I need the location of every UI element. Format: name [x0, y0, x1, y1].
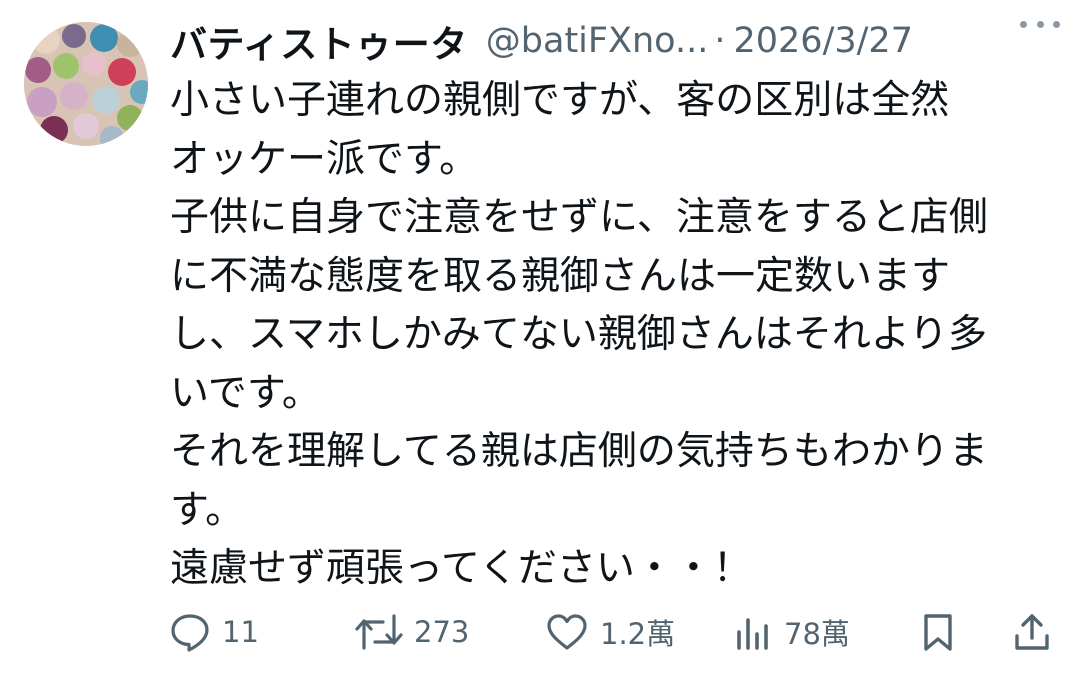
like-count: 1.2萬: [600, 617, 676, 651]
views-count: 78萬: [784, 617, 850, 651]
heart-icon: [544, 610, 590, 654]
share-icon: [1012, 610, 1052, 654]
like-button[interactable]: 1.2萬: [544, 604, 675, 660]
tweet-header: バティストゥータ @batiFXno... · 2026/3/27: [170, 14, 1065, 68]
author-handle[interactable]: @batiFXno...: [486, 21, 709, 61]
tweet[interactable]: バティストゥータ @batiFXno... · 2026/3/27 小さい子連れ…: [0, 0, 1080, 674]
retweet-count: 273: [414, 615, 470, 649]
retweet-icon: [354, 610, 404, 654]
avatar[interactable]: [24, 22, 148, 146]
more-dot: [1053, 20, 1060, 28]
views-chart-icon: [734, 610, 774, 654]
reply-count: 11: [222, 615, 259, 649]
reply-button[interactable]: 11: [168, 604, 259, 660]
tweet-text: 小さい子連れの親側ですが、客の区別は全然 オッケー派です。 子供に自身で注意をせ…: [170, 78, 988, 591]
more-dot: [1020, 20, 1027, 28]
bookmark-button[interactable]: [918, 604, 958, 660]
retweet-button[interactable]: 273: [354, 604, 469, 660]
bookmark-icon: [918, 610, 958, 654]
tweet-actions: 11 273 1.2萬 78萬: [168, 604, 1058, 660]
reply-icon: [168, 610, 212, 654]
post-date[interactable]: 2026/3/27: [734, 21, 913, 61]
header-separator: ·: [714, 21, 726, 61]
author-name[interactable]: バティストゥータ: [170, 14, 468, 68]
share-button[interactable]: [1012, 604, 1052, 660]
more-options-icon[interactable]: [1020, 14, 1060, 34]
views-button[interactable]: 78萬: [734, 604, 850, 660]
more-dot: [1036, 20, 1044, 28]
